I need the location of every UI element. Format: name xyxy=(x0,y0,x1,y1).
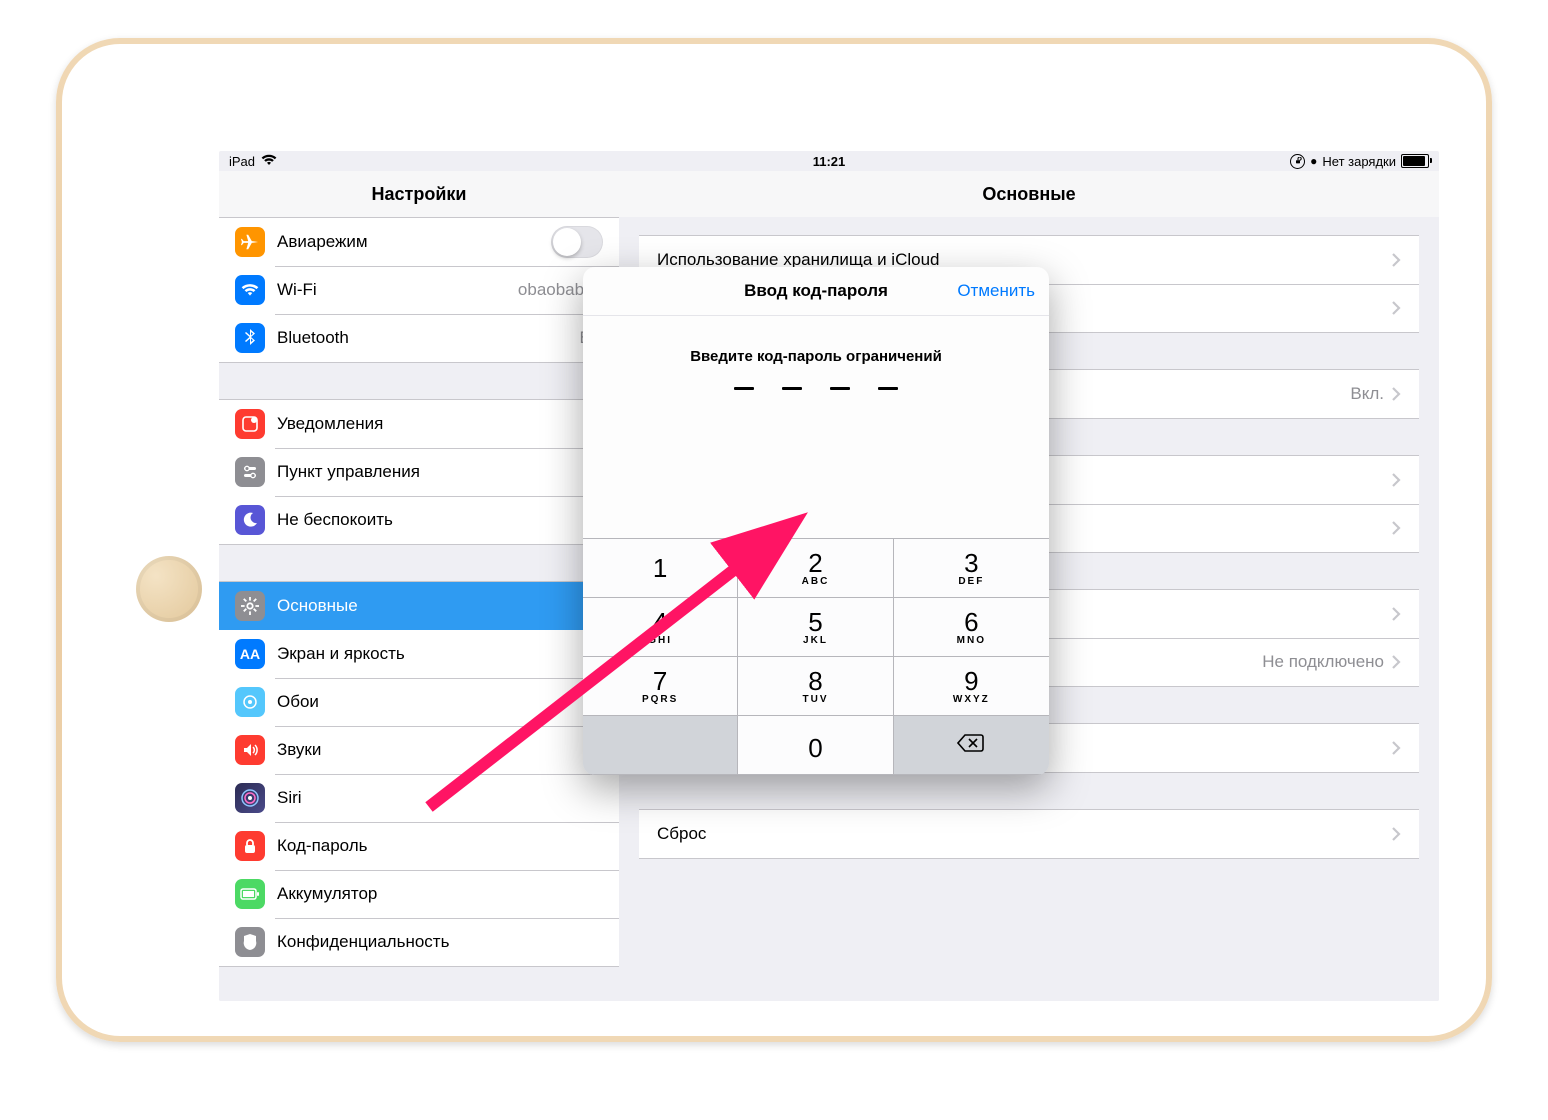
row-label: Пункт управления xyxy=(277,462,603,482)
control-center-icon xyxy=(235,457,265,487)
row-label: Siri xyxy=(277,788,603,808)
key-1[interactable]: 1 xyxy=(583,539,738,598)
sheet-title: Ввод код-пароля xyxy=(744,281,888,301)
sheet-header: Ввод код-пароля Отменить xyxy=(583,267,1049,316)
battery-settings-icon xyxy=(235,879,265,909)
passcode-dash xyxy=(734,387,754,390)
keypad: 1 2ABC 3DEF 4GHI 5JKL 6MNO 7PQRS 8TUV 9W… xyxy=(583,538,1049,775)
ipad-frame: iPad 11:21 ● Нет зарядки Настройки Основ… xyxy=(56,38,1492,1042)
display-icon: AA xyxy=(235,639,265,669)
privacy-icon xyxy=(235,927,265,957)
row-label: Аккумулятор xyxy=(277,884,603,904)
row-label: Bluetooth xyxy=(277,328,579,348)
sidebar-item-wallpaper[interactable]: Обои xyxy=(219,678,619,726)
backspace-icon xyxy=(957,733,985,758)
key-0[interactable]: 0 xyxy=(738,716,893,775)
orientation-lock-icon xyxy=(1290,154,1305,169)
passcode-dashes xyxy=(583,387,1049,390)
cancel-button[interactable]: Отменить xyxy=(957,281,1035,301)
key-5[interactable]: 5JKL xyxy=(738,598,893,657)
lock-icon xyxy=(235,831,265,861)
sidebar-item-general[interactable]: Основные xyxy=(219,582,619,630)
wifi-settings-icon xyxy=(235,275,265,305)
gear-icon xyxy=(235,591,265,621)
sidebar-item-wifi[interactable]: Wi-Fi obaobab44 xyxy=(219,266,619,314)
row-label: Конфиденциальность xyxy=(277,932,603,952)
sidebar-item-siri[interactable]: Siri xyxy=(219,774,619,822)
row-label: Код-пароль xyxy=(277,836,603,856)
sidebar-item-sounds[interactable]: Звуки xyxy=(219,726,619,774)
row-label: Экран и яркость xyxy=(277,644,603,664)
settings-sidebar[interactable]: Авиарежим Wi-Fi obaobab44 Bluetooth Вы xyxy=(219,217,620,1001)
row-label: Не беспокоить xyxy=(277,510,603,530)
key-7[interactable]: 7PQRS xyxy=(583,657,738,716)
key-2[interactable]: 2ABC xyxy=(738,539,893,598)
key-8[interactable]: 8TUV xyxy=(738,657,893,716)
detail-item-reset[interactable]: Сброс xyxy=(639,810,1419,858)
sidebar-title: Настройки xyxy=(219,171,619,218)
battery-icon xyxy=(1401,154,1429,168)
sidebar-item-passcode[interactable]: Код-пароль xyxy=(219,822,619,870)
row-label: Сброс xyxy=(657,824,1384,844)
chevron-right-icon xyxy=(1392,387,1401,401)
chevron-right-icon xyxy=(1392,521,1401,535)
dnd-icon xyxy=(235,505,265,535)
sheet-prompt: Введите код-пароль ограничений xyxy=(583,348,1049,365)
siri-icon xyxy=(235,783,265,813)
airplane-icon xyxy=(235,227,265,257)
notifications-icon xyxy=(235,409,265,439)
wallpaper-icon xyxy=(235,687,265,717)
home-button[interactable] xyxy=(136,556,202,622)
screen: iPad 11:21 ● Нет зарядки Настройки Основ… xyxy=(219,151,1439,1001)
chevron-right-icon xyxy=(1392,473,1401,487)
chevron-right-icon xyxy=(1392,827,1401,841)
wifi-icon xyxy=(261,154,277,169)
device-label: iPad xyxy=(229,154,255,169)
chevron-right-icon xyxy=(1392,741,1401,755)
sidebar-item-notifications[interactable]: Уведомления xyxy=(219,400,619,448)
row-label: Основные xyxy=(277,596,603,616)
passcode-dash xyxy=(782,387,802,390)
key-9[interactable]: 9WXYZ xyxy=(894,657,1049,716)
key-6[interactable]: 6MNO xyxy=(894,598,1049,657)
charge-label: Нет зарядки xyxy=(1322,154,1396,169)
key-blank xyxy=(583,716,738,775)
sidebar-item-bluetooth[interactable]: Bluetooth Вы xyxy=(219,314,619,362)
chevron-right-icon xyxy=(1392,301,1401,315)
chevron-right-icon xyxy=(1392,655,1401,669)
row-label: Wi-Fi xyxy=(277,280,518,300)
chevron-right-icon xyxy=(1392,253,1401,267)
bluetooth-icon xyxy=(235,323,265,353)
row-value: Не подключено xyxy=(1262,652,1384,672)
row-label: Звуки xyxy=(277,740,603,760)
alarm-icon: ● xyxy=(1310,154,1317,168)
sidebar-item-privacy[interactable]: Конфиденциальность xyxy=(219,918,619,966)
sidebar-item-airplane[interactable]: Авиарежим xyxy=(219,218,619,266)
key-delete[interactable] xyxy=(894,716,1049,775)
clock: 11:21 xyxy=(813,154,846,169)
key-4[interactable]: 4GHI xyxy=(583,598,738,657)
row-label: Авиарежим xyxy=(277,232,551,252)
sidebar-item-display[interactable]: AA Экран и яркость xyxy=(219,630,619,678)
chevron-right-icon xyxy=(1392,607,1401,621)
key-3[interactable]: 3DEF xyxy=(894,539,1049,598)
row-label: Уведомления xyxy=(277,414,603,434)
row-label: Обои xyxy=(277,692,603,712)
airplane-toggle[interactable] xyxy=(551,226,603,258)
sounds-icon xyxy=(235,735,265,765)
passcode-dash xyxy=(830,387,850,390)
status-bar: iPad 11:21 ● Нет зарядки xyxy=(219,151,1439,171)
passcode-sheet: Ввод код-пароля Отменить Введите код-пар… xyxy=(583,267,1049,775)
sidebar-item-battery[interactable]: Аккумулятор xyxy=(219,870,619,918)
sidebar-item-control-center[interactable]: Пункт управления xyxy=(219,448,619,496)
passcode-dash xyxy=(878,387,898,390)
row-value: Вкл. xyxy=(1350,384,1384,404)
detail-title: Основные xyxy=(619,171,1439,218)
sidebar-item-dnd[interactable]: Не беспокоить xyxy=(219,496,619,544)
